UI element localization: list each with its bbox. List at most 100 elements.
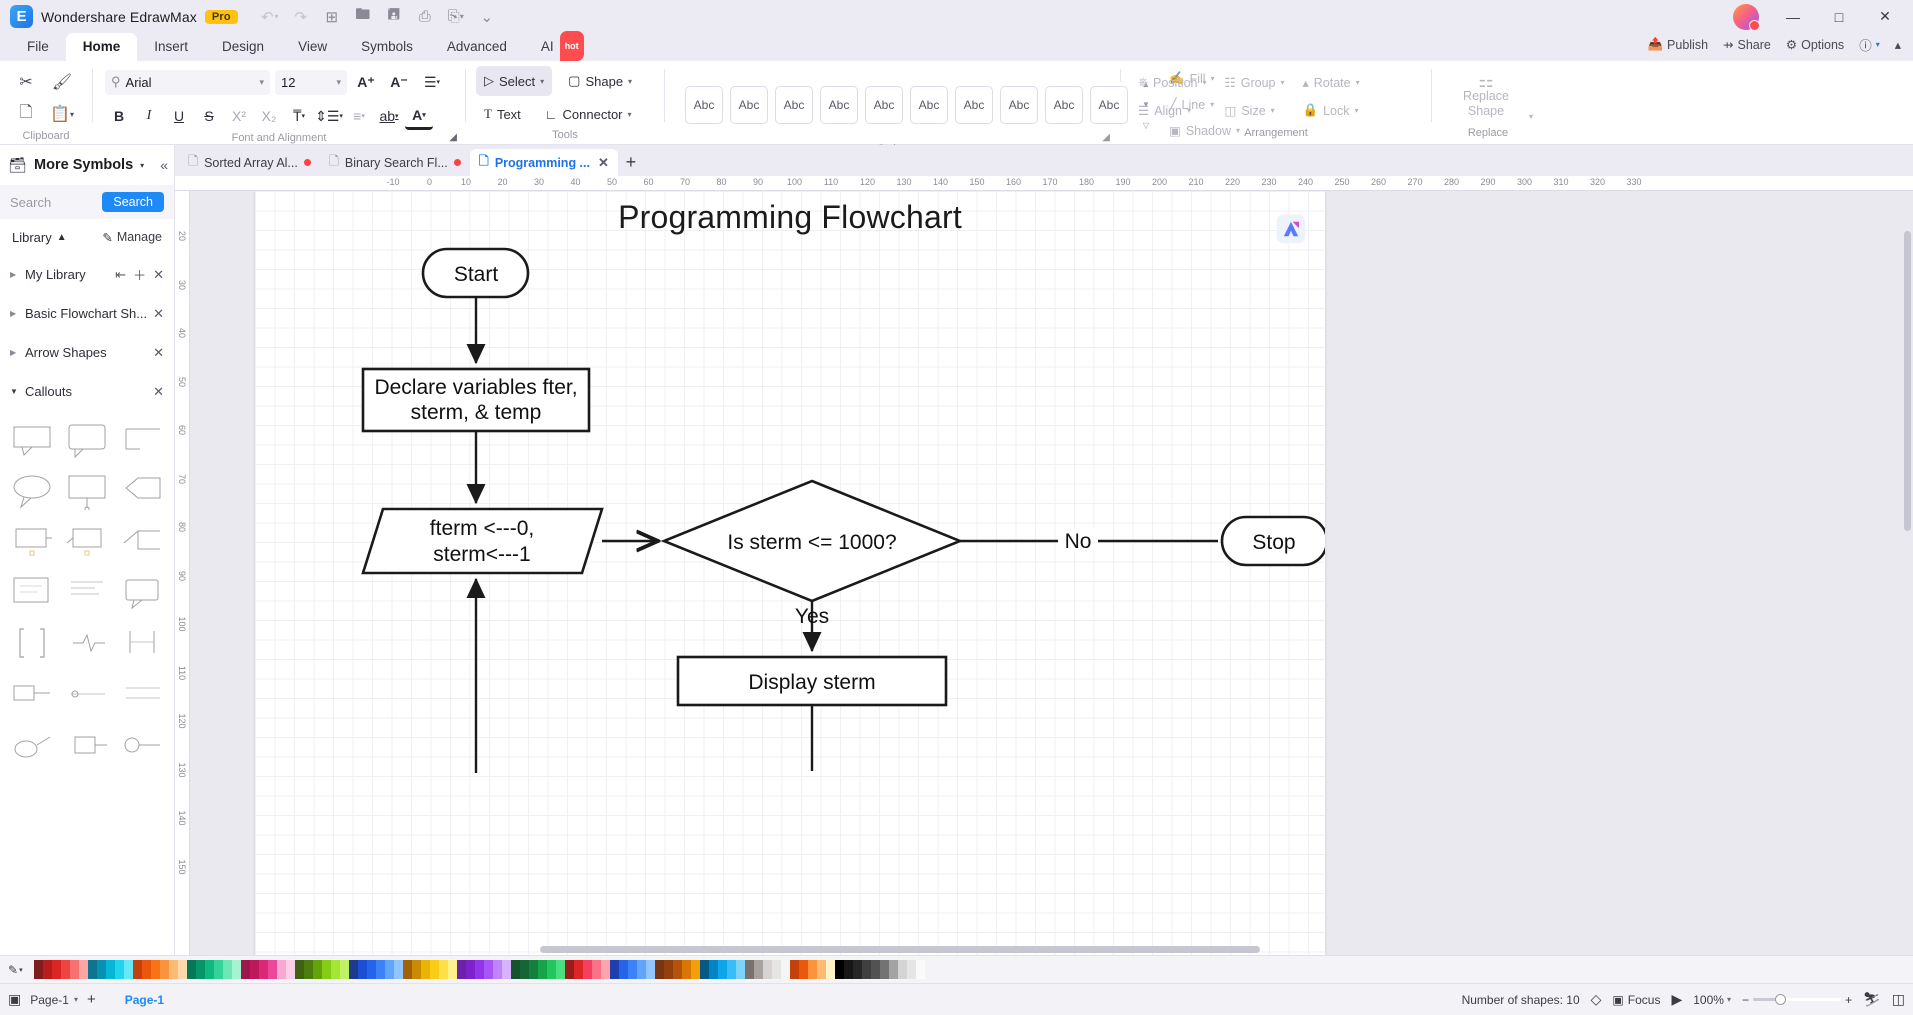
new-icon[interactable]: ⊞ [318, 4, 346, 29]
menu-insert[interactable]: Insert [137, 33, 205, 61]
color-swatch[interactable] [340, 960, 349, 979]
color-swatch[interactable] [439, 960, 448, 979]
paragraph-align-button[interactable]: ☰ ▾ [418, 68, 446, 96]
color-swatch[interactable] [466, 960, 475, 979]
color-swatch[interactable] [232, 960, 241, 979]
close-icon[interactable]: ✕ [598, 155, 609, 171]
close-icon[interactable]: ✕ [153, 384, 164, 400]
color-swatch[interactable] [421, 960, 430, 979]
color-swatch[interactable] [538, 960, 547, 979]
color-swatch[interactable] [52, 960, 61, 979]
export-icon[interactable]: ⎘ ▾ [442, 4, 470, 29]
strikethrough-button[interactable]: S [195, 102, 223, 130]
color-swatch[interactable] [457, 960, 466, 979]
text-highlight-button[interactable]: ab ▾ [375, 102, 403, 130]
callout-shape-item[interactable] [61, 721, 112, 768]
callout-shape-item[interactable] [61, 568, 112, 615]
color-swatch[interactable] [844, 960, 853, 979]
color-swatch[interactable] [178, 960, 187, 979]
zoom-in-button[interactable]: + [1845, 993, 1852, 1007]
shape-tool-button[interactable]: ▢ Shape ▾ [560, 66, 640, 96]
color-swatch[interactable] [763, 960, 772, 979]
color-swatch[interactable] [565, 960, 574, 979]
color-swatch[interactable] [124, 960, 133, 979]
undo-icon[interactable]: ↶ ▾ [256, 4, 284, 29]
color-swatch[interactable] [142, 960, 151, 979]
callout-shape-item[interactable] [117, 670, 168, 717]
manage-button[interactable]: ✎ Manage [102, 230, 162, 245]
color-swatch[interactable] [853, 960, 862, 979]
callout-shape-item[interactable] [6, 517, 57, 564]
superscript-button[interactable]: X² [225, 102, 253, 130]
maximize-button[interactable]: □ [1817, 0, 1861, 33]
callout-shape-item[interactable] [61, 619, 112, 666]
avatar[interactable] [1733, 3, 1760, 31]
horizontal-ruler[interactable]: -10 0 10 20 30 40 50 60 70 80 90 100 110 120 130 140 150… [175, 176, 1913, 191]
font-size-select[interactable]: 12 ▾ [275, 69, 347, 95]
color-swatch[interactable] [628, 960, 637, 979]
line-spacing-button[interactable]: ⇕☰ ▾ [315, 102, 343, 130]
underline-button[interactable]: U [165, 102, 193, 130]
callout-shape-item[interactable] [117, 517, 168, 564]
color-swatch[interactable] [781, 960, 790, 979]
color-swatch[interactable] [106, 960, 115, 979]
size-button[interactable]: ◫ Size ▾ [1218, 97, 1292, 125]
color-swatch[interactable] [484, 960, 493, 979]
color-swatch[interactable] [493, 960, 502, 979]
color-swatch[interactable] [241, 960, 250, 979]
font-color-button[interactable]: A ▾ [405, 102, 433, 130]
menu-ai[interactable]: AI hot [524, 31, 584, 61]
search-button[interactable]: Search [102, 192, 164, 212]
style-swatch-9[interactable]: Abc [1045, 85, 1083, 124]
color-swatch[interactable] [808, 960, 817, 979]
font-family-select[interactable]: ⚲ Arial ▾ [105, 69, 270, 95]
bullet-list-button[interactable]: ≡ ▾ [345, 102, 373, 130]
position-button[interactable]: ⎈ Position ▾ [1131, 69, 1214, 97]
color-swatch[interactable] [898, 960, 907, 979]
color-swatch[interactable] [547, 960, 556, 979]
style-swatch-4[interactable]: Abc [820, 85, 858, 124]
color-swatch[interactable] [34, 960, 43, 979]
color-swatch[interactable] [61, 960, 70, 979]
search-input[interactable]: Search [10, 195, 96, 210]
add-library-icon[interactable]: ＋ [133, 265, 146, 284]
color-swatch[interactable] [268, 960, 277, 979]
callout-shape-item[interactable] [61, 670, 112, 717]
callout-shape-item[interactable] [117, 721, 168, 768]
color-swatch[interactable] [736, 960, 745, 979]
add-page-button[interactable]: + [87, 991, 96, 1008]
color-swatch[interactable] [403, 960, 412, 979]
menu-view[interactable]: View [281, 33, 344, 61]
color-swatch[interactable] [889, 960, 898, 979]
color-swatch[interactable] [610, 960, 619, 979]
color-swatch[interactable] [583, 960, 592, 979]
color-swatch[interactable] [907, 960, 916, 979]
color-swatch[interactable] [160, 960, 169, 979]
import-library-icon[interactable]: ⇤ [115, 267, 126, 283]
color-swatch[interactable] [214, 960, 223, 979]
color-swatch[interactable] [826, 960, 835, 979]
color-swatch[interactable] [664, 960, 673, 979]
color-swatch[interactable] [880, 960, 889, 979]
increase-font-size-button[interactable]: A⁺ [352, 68, 380, 96]
color-swatch[interactable] [394, 960, 403, 979]
style-swatch-5[interactable]: Abc [865, 85, 903, 124]
paste-icon[interactable]: 📋 ▾ [44, 98, 80, 130]
styles-dialog-launcher-icon[interactable]: ◢ [1102, 132, 1110, 143]
color-swatch[interactable] [367, 960, 376, 979]
style-swatch-3[interactable]: Abc [775, 85, 813, 124]
customize-qat-icon[interactable]: ⌄ [473, 4, 501, 29]
canvas-scroll[interactable]: Programming Flowchart Start Declare vari… [190, 191, 1913, 955]
style-swatch-2[interactable]: Abc [730, 85, 768, 124]
color-swatch[interactable] [601, 960, 610, 979]
text-tool-button[interactable]: T Text [476, 99, 529, 129]
text-effects-button[interactable]: T̅ ▾ [285, 102, 313, 130]
collapse-ribbon-button[interactable]: ▴ [1895, 37, 1901, 52]
chevron-down-icon[interactable]: ▾ [1529, 112, 1533, 121]
color-swatch[interactable] [619, 960, 628, 979]
color-swatch[interactable] [835, 960, 844, 979]
color-swatch[interactable] [790, 960, 799, 979]
align-button[interactable]: ☰ Align ▾ [1131, 97, 1214, 125]
page-selector[interactable]: Page-1 ▾ [30, 993, 78, 1007]
color-swatch[interactable] [187, 960, 196, 979]
